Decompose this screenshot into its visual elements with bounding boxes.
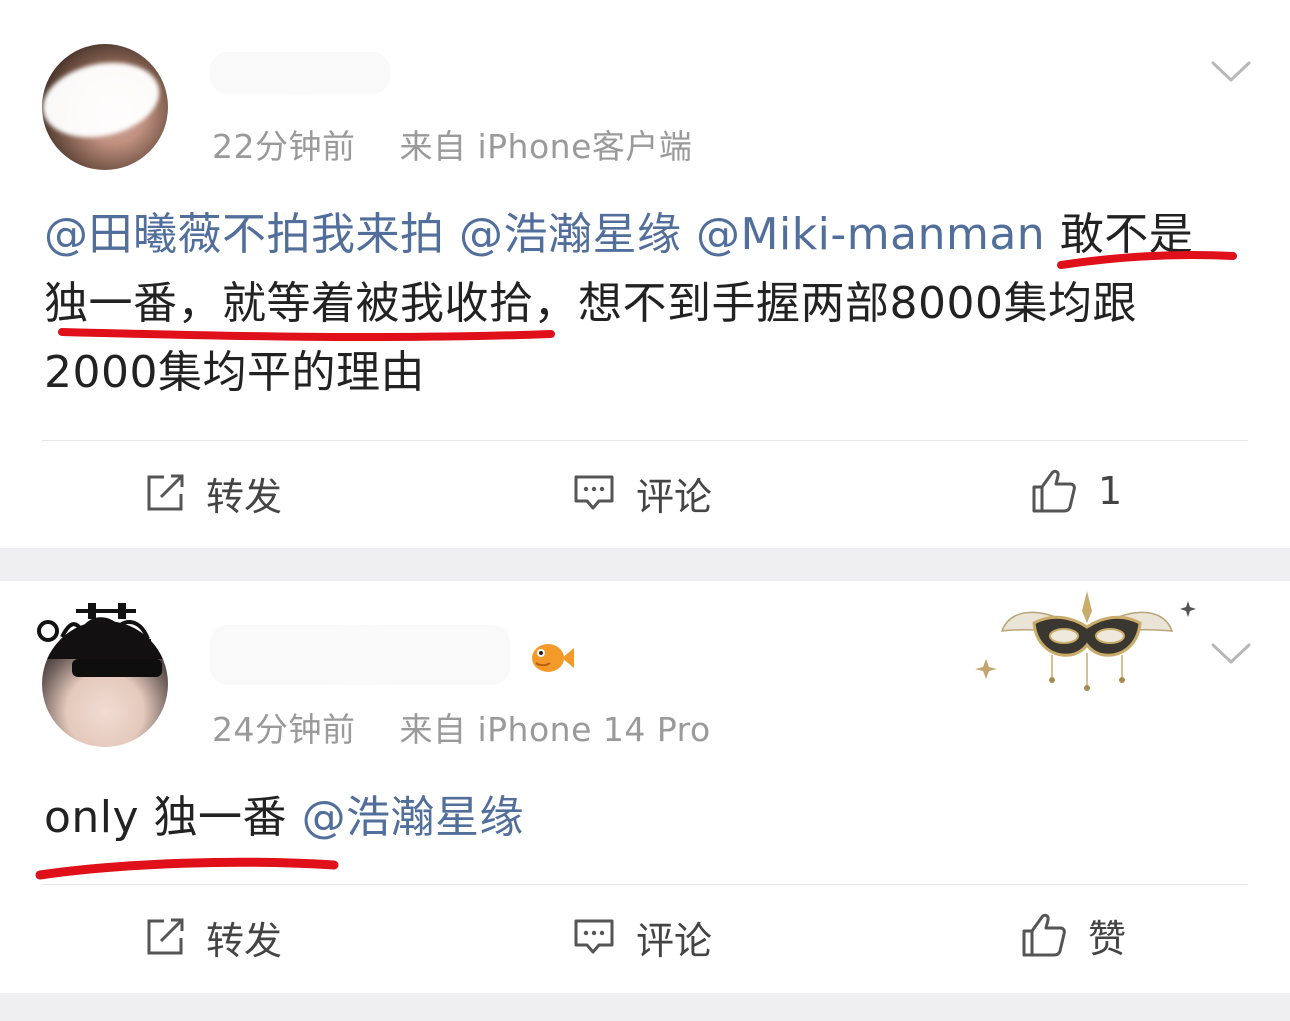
comment-bubble-icon: [574, 919, 614, 954]
mention-link[interactable]: @浩瀚星缘: [302, 792, 525, 843]
mention-link[interactable]: @田曦薇不拍我来拍: [44, 209, 445, 260]
highlight-underline: [35, 857, 339, 880]
post-source: 来自 iPhone 14 Pro: [399, 710, 711, 749]
divider: [42, 440, 1248, 441]
content-line-1: @田曦薇不拍我来拍 @浩瀚星缘 @Miki-manman 敢不是: [44, 200, 1254, 269]
like-count: 1: [1098, 469, 1123, 513]
post-time: 24分钟前: [212, 710, 356, 749]
repost-button[interactable]: 转发: [144, 912, 283, 963]
post-meta: 22分钟前 来自 iPhone客户端: [212, 120, 692, 168]
like-button[interactable]: 1: [1030, 466, 1122, 516]
edit-share-icon: [147, 918, 184, 955]
edit-share-icon: [147, 474, 184, 511]
content-text: only 独一番: [44, 792, 288, 843]
user-avatar[interactable]: [42, 621, 168, 747]
username-redacted[interactable]: [210, 52, 390, 94]
mention-link[interactable]: @浩瀚星缘: [459, 209, 682, 260]
post-time: 22分钟前: [212, 127, 356, 166]
like-button[interactable]: 赞: [1020, 910, 1127, 961]
post-source: 来自 iPhone客户端: [399, 127, 693, 166]
thumbs-up-icon: [1032, 469, 1076, 513]
chevron-down-icon[interactable]: [1211, 642, 1251, 666]
mask-card-decoration: [975, 591, 1196, 691]
comment-label: 评论: [636, 918, 713, 963]
user-avatar[interactable]: [42, 44, 168, 170]
feed-post: 24分钟前 来自 iPhone 14 Pro only 独一番 @浩瀚星缘 转发…: [0, 581, 1290, 993]
repost-label: 转发: [206, 918, 283, 963]
post-content: only 独一番 @浩瀚星缘: [44, 783, 1254, 852]
comment-bubble-icon: [574, 475, 614, 510]
comment-button[interactable]: 评论: [572, 468, 713, 519]
comment-label: 评论: [636, 474, 713, 519]
divider: [42, 884, 1248, 885]
feed-post: 22分钟前 来自 iPhone客户端 @田曦薇不拍我来拍 @浩瀚星缘 @Miki…: [0, 0, 1290, 548]
like-label: 赞: [1088, 916, 1127, 961]
username-redacted[interactable]: [210, 625, 510, 685]
content-text: 敢不是: [1059, 209, 1194, 260]
fish-badge-icon: [532, 644, 574, 672]
post-content: @田曦薇不拍我来拍 @浩瀚星缘 @Miki-manman 敢不是 独一番，就等着…: [44, 200, 1254, 407]
thumbs-up-icon: [1022, 913, 1066, 957]
repost-button[interactable]: 转发: [144, 468, 283, 519]
content-line-2: 独一番，就等着被我收拾，想不到手握两部8000集均跟: [44, 278, 1137, 329]
post-meta: 24分钟前 来自 iPhone 14 Pro: [212, 703, 711, 751]
repost-label: 转发: [206, 474, 283, 519]
comment-button[interactable]: 评论: [572, 912, 713, 963]
content-line-3: 2000集均平的理由: [44, 347, 425, 398]
mention-link[interactable]: @Miki-manman: [696, 209, 1045, 260]
chevron-down-icon[interactable]: [1211, 60, 1251, 84]
